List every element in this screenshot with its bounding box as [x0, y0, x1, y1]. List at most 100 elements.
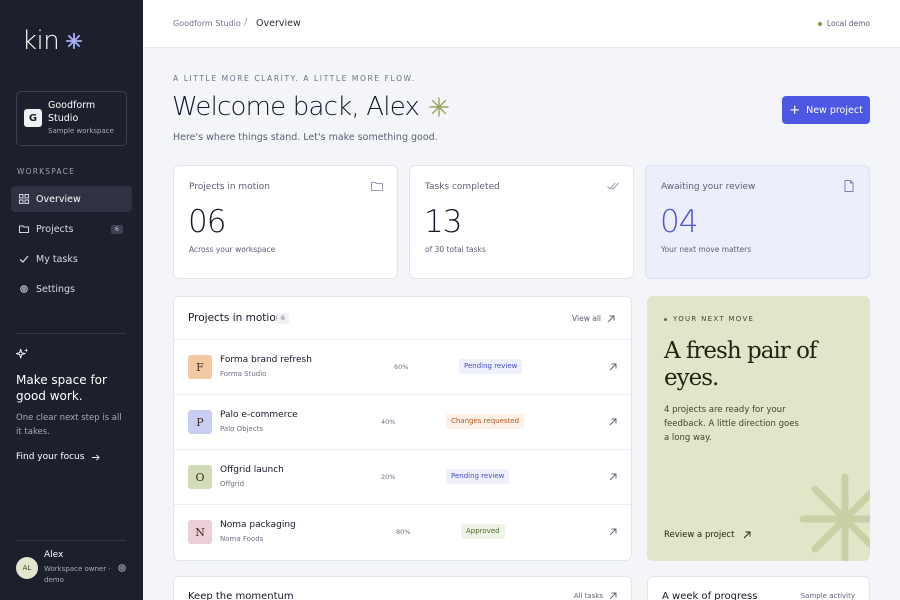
sidebar-item-label: Projects — [36, 223, 74, 235]
page-title-text: Welcome back, Alex — [172, 92, 420, 122]
asterisk-icon — [66, 32, 83, 50]
project-progress: 60% — [394, 363, 409, 371]
stat-card-tasks[interactable]: Tasks completed 13 of 30 total tasks — [409, 165, 634, 279]
sidebar-section-label: WORKSPACE — [17, 167, 76, 176]
project-name: Forma brand refresh — [220, 355, 312, 365]
stat-card-projects[interactable]: Projects in motion 06 Across your worksp… — [173, 165, 398, 279]
arrow-up-right-icon[interactable] — [609, 418, 617, 426]
arrow-up-right-icon[interactable] — [609, 363, 617, 371]
page-title: Welcome back, Alex — [172, 92, 449, 122]
sample-activity-note: Sample activity — [801, 592, 855, 600]
project-client: Offgrid — [220, 480, 245, 488]
project-avatar: N — [188, 520, 212, 544]
status-badge: Local demo — [817, 19, 870, 28]
project-name: Offgrid launch — [220, 465, 284, 475]
sidebar-item-my-tasks[interactable]: My tasks — [11, 246, 132, 272]
projects-count-badge: 6 — [277, 313, 289, 324]
sidebar-divider — [16, 540, 126, 541]
project-progress: 80% — [396, 528, 411, 536]
brand-name: kin — [22, 26, 60, 56]
gear-icon — [20, 285, 28, 293]
status-badge: Pending review — [446, 469, 510, 484]
page-subtitle: Here's where things stand. Let's make so… — [173, 132, 438, 143]
table-row[interactable]: O Offgrid launch Offgrid 20% Pending rev… — [174, 449, 631, 504]
sidebar-item-label: Settings — [36, 283, 75, 295]
top-bar: Goodform Studio / Overview Local demo — [143, 0, 900, 48]
view-all-label: View all — [572, 314, 601, 323]
workspace-sub: Sample workspace — [48, 127, 114, 135]
next-move-panel: YOUR NEXT MOVE A fresh pair of eyes. 4 p… — [647, 296, 870, 561]
check-icon — [19, 255, 29, 263]
next-move-eyebrow: YOUR NEXT MOVE — [664, 315, 754, 323]
project-avatar: F — [188, 355, 212, 379]
stat-label: Tasks completed — [425, 182, 500, 192]
panel-title: Projects in motion — [188, 312, 283, 324]
stat-card-review[interactable]: Awaiting your review 04 Your next move m… — [645, 165, 870, 279]
progress-card: A week of progress Sample activity — [647, 576, 870, 600]
review-project-label: Review a project — [664, 530, 735, 540]
folder-icon — [371, 182, 383, 191]
sidebar-item-projects[interactable]: Projects 6 — [11, 216, 132, 242]
plus-icon: + — [789, 102, 801, 118]
project-avatar: P — [188, 410, 212, 434]
sidebar-promo-title: Make space for good work. — [16, 373, 107, 403]
sidebar-item-settings[interactable]: Settings — [11, 276, 132, 302]
sidebar-item-label: Overview — [36, 193, 81, 205]
breadcrumb-current: Overview — [256, 18, 301, 29]
table-row[interactable]: F Forma brand refresh Forma Studio 60% P… — [174, 339, 631, 394]
status-label: Local demo — [826, 19, 870, 28]
status-badge: Changes requested — [446, 414, 525, 429]
project-client: Palo Objects — [220, 425, 264, 433]
project-progress: 20% — [381, 473, 396, 481]
breadcrumb-separator: / — [244, 17, 248, 28]
workspace-name: Goodform Studio — [48, 100, 96, 124]
all-tasks-link[interactable]: All tasks — [574, 592, 617, 600]
user-role: Workspace owner · demo — [44, 565, 111, 584]
next-move-eyebrow-label: YOUR NEXT MOVE — [673, 315, 755, 323]
sparkle-icon — [16, 348, 29, 359]
sample-activity-label: Sample activity — [800, 592, 855, 600]
folder-icon — [19, 225, 29, 233]
stat-value: 04 — [660, 204, 698, 240]
table-row[interactable]: N Noma packaging Noma Foods 80% Approved — [174, 504, 631, 559]
workspace-avatar: G — [24, 109, 42, 127]
breadcrumb-parent[interactable]: Goodform Studio — [173, 19, 241, 28]
user-name: Alex — [44, 550, 64, 560]
stat-sub: Across your workspace — [189, 245, 276, 254]
card-title: Keep the momentum — [188, 591, 294, 600]
next-move-text: 4 projects are ready for your feedback. … — [664, 405, 799, 443]
project-client: Noma Foods — [220, 535, 264, 543]
double-check-icon — [607, 182, 619, 190]
arrow-up-right-icon — [609, 592, 617, 600]
arrow-up-right-icon[interactable] — [609, 528, 617, 536]
all-tasks-label: All tasks — [573, 592, 603, 600]
brand-logo[interactable]: kin — [22, 28, 83, 54]
sidebar-divider — [16, 333, 126, 334]
table-row[interactable]: P Palo e-commerce Palo Objects 40% Chang… — [174, 394, 631, 449]
projects-panel: Projects in motion 6 View all F Forma br… — [173, 296, 632, 561]
status-badge: Pending review — [459, 359, 523, 374]
page-eyebrow: A LITTLE MORE CLARITY. A LITTLE MORE FLO… — [173, 74, 416, 83]
project-progress: 40% — [381, 418, 396, 426]
sidebar-item-overview[interactable]: Overview — [11, 186, 132, 212]
card-title: A week of progress — [662, 591, 758, 600]
asterisk-icon — [799, 473, 870, 561]
new-project-button[interactable]: + New project — [782, 96, 870, 124]
stat-label: Awaiting your review — [661, 182, 756, 192]
project-avatar: O — [188, 465, 212, 489]
projects-count-badge: 6 — [111, 225, 123, 234]
grid-icon — [19, 194, 29, 204]
stat-sub: Your next move matters — [661, 245, 752, 254]
stat-label: Projects in motion — [189, 182, 270, 192]
gear-icon[interactable] — [117, 563, 127, 573]
eyebrow-dot — [664, 317, 667, 321]
review-project-link[interactable]: Review a project — [664, 530, 751, 540]
workspace-switcher[interactable]: G Goodform Studio Sample workspace — [16, 91, 127, 146]
view-all-link[interactable]: View all — [572, 314, 615, 323]
find-focus-link[interactable]: Find your focus — [16, 452, 101, 462]
avatar[interactable]: AL — [16, 557, 38, 579]
new-project-label: New project — [806, 104, 863, 116]
arrow-up-right-icon[interactable] — [609, 473, 617, 481]
stat-sub: of 30 total tasks — [425, 245, 486, 254]
project-client: Forma Studio — [220, 370, 267, 378]
